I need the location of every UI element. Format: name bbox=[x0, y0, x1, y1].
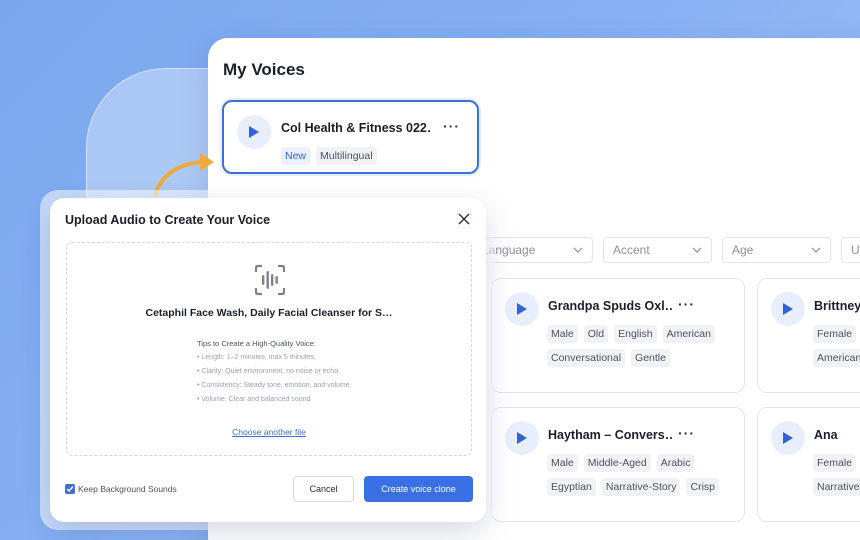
tag: Conversational bbox=[547, 349, 626, 367]
tag: Multilingual bbox=[316, 147, 377, 165]
voice-name: Brittney bbox=[814, 299, 860, 313]
voice-name: Ana bbox=[814, 428, 838, 442]
play-button[interactable] bbox=[237, 115, 271, 149]
check-icon bbox=[66, 486, 74, 493]
tag: Arabic bbox=[656, 454, 695, 472]
filter-label: Age bbox=[732, 243, 754, 257]
more-icon[interactable]: ··· bbox=[678, 426, 695, 440]
play-button[interactable] bbox=[771, 421, 805, 455]
play-icon bbox=[517, 303, 527, 315]
audio-wave-icon bbox=[254, 264, 286, 296]
tag: English bbox=[614, 325, 657, 343]
upload-audio-dialog: Upload Audio to Create Your Voice Cetaph… bbox=[50, 198, 486, 522]
voice-tags: New Multilingual bbox=[281, 147, 377, 165]
tag: Crisp bbox=[686, 478, 719, 496]
tag: Narrative bbox=[813, 478, 860, 496]
create-voice-clone-button[interactable]: Create voice clone bbox=[364, 476, 473, 502]
more-icon[interactable]: ··· bbox=[443, 119, 460, 133]
filter-label: Accent bbox=[613, 243, 650, 257]
tip-item: • Clarity: Quiet environment, no noise o… bbox=[197, 368, 340, 375]
tip-item: • Consistency: Steady tone, emotion, and… bbox=[197, 382, 352, 389]
play-icon bbox=[783, 303, 793, 315]
play-button[interactable] bbox=[505, 421, 539, 455]
tag: Female bbox=[813, 325, 857, 343]
voice-card[interactable]: Haytham – Convers… ··· Male Middle-Aged … bbox=[491, 407, 745, 522]
tag: American bbox=[813, 349, 860, 367]
voice-name: Grandpa Spuds Oxl… bbox=[548, 299, 673, 313]
uploaded-file-name: Cetaphil Face Wash, Daily Facial Cleanse… bbox=[145, 307, 393, 319]
tag: Female bbox=[813, 454, 857, 472]
more-icon[interactable]: ··· bbox=[678, 297, 695, 311]
tag: Gentle bbox=[631, 349, 670, 367]
chevron-down-icon bbox=[692, 247, 702, 253]
play-icon bbox=[249, 126, 259, 138]
choose-another-file-link[interactable]: Choose another file bbox=[67, 427, 471, 437]
tag-new: New bbox=[281, 147, 311, 165]
voice-card[interactable]: Grandpa Spuds Oxl… ··· Male Old English … bbox=[491, 278, 745, 393]
voice-card[interactable]: Brittney Female American bbox=[757, 278, 860, 393]
filter-use-case[interactable]: U bbox=[841, 237, 860, 263]
tag: Male bbox=[547, 325, 578, 343]
close-icon[interactable] bbox=[458, 213, 470, 225]
play-icon bbox=[783, 432, 793, 444]
keep-background-checkbox[interactable] bbox=[65, 484, 75, 494]
page-title: My Voices bbox=[223, 60, 305, 79]
voice-tags: Male Middle-Aged Arabic Egyptian Narrati… bbox=[547, 454, 737, 496]
tag: Male bbox=[547, 454, 578, 472]
upload-dropzone[interactable]: Cetaphil Face Wash, Daily Facial Cleanse… bbox=[66, 242, 472, 456]
play-button[interactable] bbox=[505, 292, 539, 326]
tips-title: Tips to Create a High-Quality Voice: bbox=[197, 339, 316, 348]
filter-accent[interactable]: Accent bbox=[603, 237, 712, 263]
play-icon bbox=[517, 432, 527, 444]
tag: Middle-Aged bbox=[583, 454, 651, 472]
chevron-down-icon bbox=[573, 247, 583, 253]
voice-tags: Female Narrative bbox=[813, 454, 860, 496]
filter-label: U bbox=[851, 243, 860, 257]
tag: Old bbox=[583, 325, 609, 343]
dialog-title: Upload Audio to Create Your Voice bbox=[65, 213, 271, 227]
tip-item: • Volume: Clear and balanced sound bbox=[197, 396, 311, 403]
voice-tags: Male Old English American Conversational… bbox=[547, 325, 737, 367]
chevron-down-icon bbox=[811, 247, 821, 253]
filter-age[interactable]: Age bbox=[722, 237, 831, 263]
voice-card[interactable]: Ana Female Narrative bbox=[757, 407, 860, 522]
play-button[interactable] bbox=[771, 292, 805, 326]
tag: Egyptian bbox=[547, 478, 596, 496]
voice-card-selected[interactable]: Col Health & Fitness 022… ··· New Multil… bbox=[222, 100, 479, 174]
cancel-button[interactable]: Cancel bbox=[293, 476, 354, 502]
keep-background-label: Keep Background Sounds bbox=[78, 484, 177, 494]
voice-name: Col Health & Fitness 022… bbox=[281, 121, 431, 135]
tip-item: • Length: 1–2 minutes, max 5 minutes. bbox=[197, 354, 317, 361]
voice-tags: Female American bbox=[813, 325, 860, 367]
voice-name: Haytham – Convers… bbox=[548, 428, 673, 442]
tag: American bbox=[662, 325, 715, 343]
tag: Narrative-Story bbox=[601, 478, 681, 496]
